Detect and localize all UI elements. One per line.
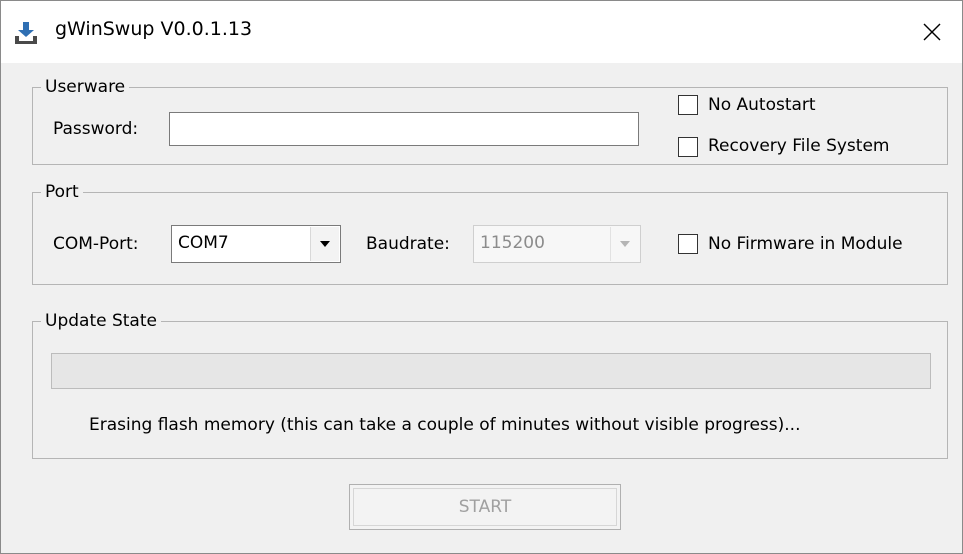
start-button-label: START xyxy=(458,497,512,517)
com-port-dropdown-button[interactable] xyxy=(310,227,339,261)
update-state-group: Update State Erasing flash memory (this … xyxy=(32,310,948,459)
title-bar[interactable]: gWinSwup V0.0.1.13 xyxy=(1,1,962,63)
recovery-file-system-label[interactable]: Recovery File System xyxy=(708,135,889,157)
baudrate-select[interactable]: 115200 xyxy=(473,225,641,263)
recovery-file-system-checkbox[interactable] xyxy=(678,137,698,157)
update-state-group-label: Update State xyxy=(41,310,161,332)
baudrate-label: Baudrate: xyxy=(366,234,450,254)
chevron-down-icon xyxy=(320,241,330,247)
baudrate-dropdown-button[interactable] xyxy=(610,227,639,261)
update-progress-bar xyxy=(51,353,931,389)
close-button[interactable] xyxy=(902,1,962,63)
app-window: gWinSwup V0.0.1.13 Userware Password: No… xyxy=(0,0,963,554)
close-icon xyxy=(923,23,941,41)
no-autostart-label[interactable]: No Autostart xyxy=(708,94,816,116)
window-title: gWinSwup V0.0.1.13 xyxy=(55,18,253,40)
app-download-icon xyxy=(15,22,37,44)
com-port-label: COM-Port: xyxy=(53,234,139,254)
update-status-text: Erasing flash memory (this can take a co… xyxy=(89,415,801,435)
com-port-value: COM7 xyxy=(178,233,229,253)
chevron-down-icon xyxy=(620,241,630,247)
password-label: Password: xyxy=(53,119,139,139)
baudrate-value: 115200 xyxy=(480,233,545,253)
start-button[interactable]: START xyxy=(349,484,621,530)
port-group-label: Port xyxy=(41,181,83,203)
no-autostart-checkbox[interactable] xyxy=(678,95,698,115)
no-firmware-label[interactable]: No Firmware in Module xyxy=(708,233,903,255)
no-firmware-checkbox[interactable] xyxy=(678,234,698,254)
password-input[interactable] xyxy=(169,112,639,146)
userware-group: Userware Password: No Autostart Recovery… xyxy=(32,76,948,165)
userware-group-label: Userware xyxy=(41,76,130,98)
port-group: Port COM-Port: COM7 Baudrate: 115200 No … xyxy=(32,181,948,285)
com-port-select[interactable]: COM7 xyxy=(171,225,341,263)
